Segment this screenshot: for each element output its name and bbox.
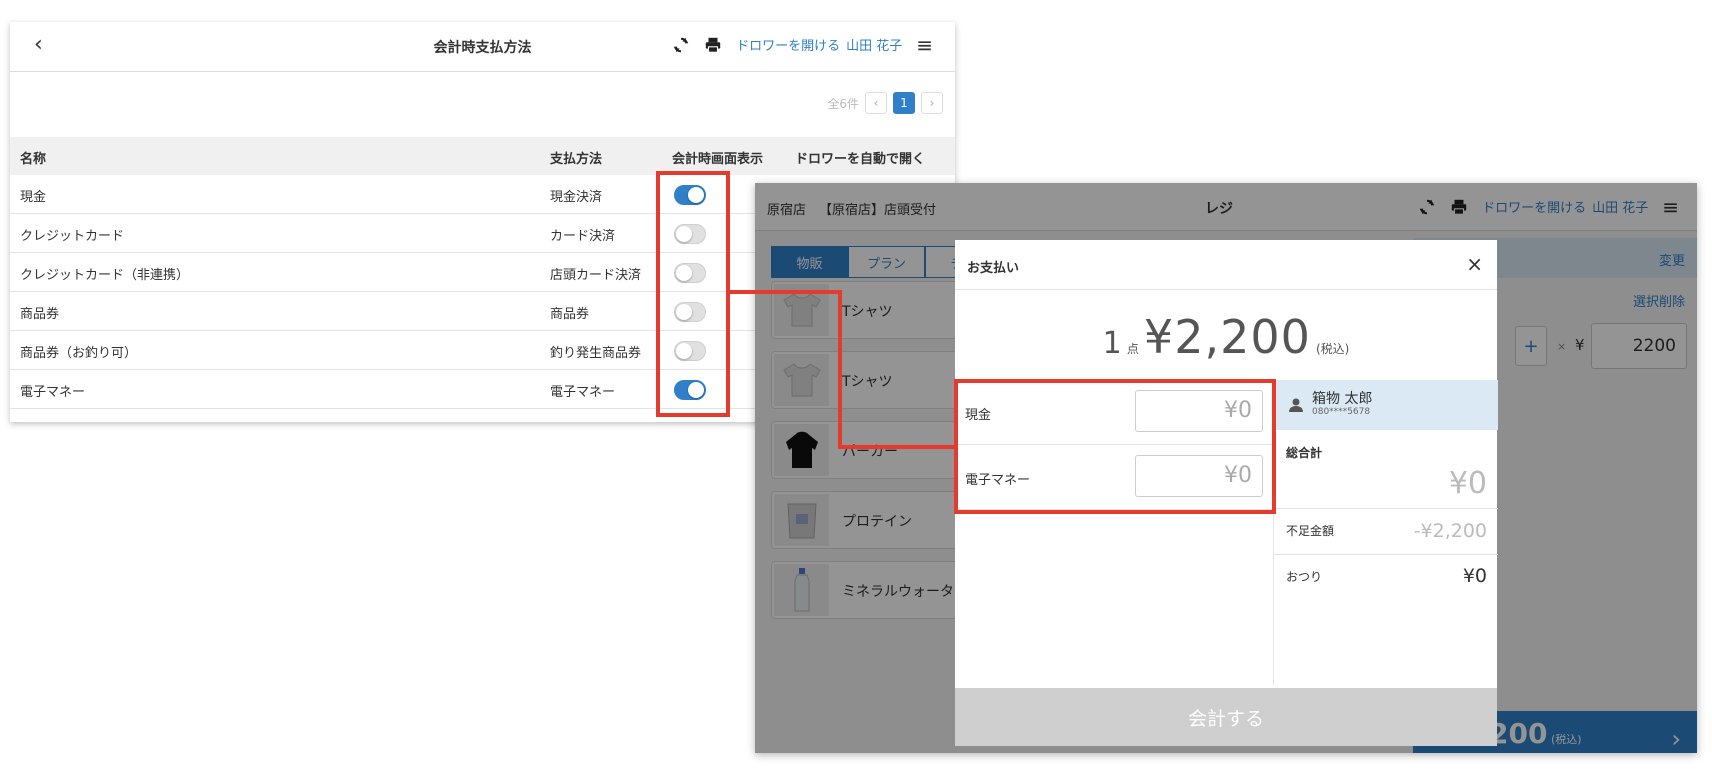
row-name: クレジットカード（非連携） [20,268,190,283]
table-header: 名称 支払方法 会計時画面表示 ドロワーを自動で開く [10,137,955,175]
item-count-unit: 点 [1126,342,1139,356]
person-icon [1289,398,1303,412]
row-method: 釣り発生商品券 [550,346,642,361]
sync-icon[interactable] [672,36,690,54]
row-method: 電子マネー [550,385,616,400]
row-name: 現金 [20,190,47,205]
total-count: 全6件 [827,96,859,111]
row-name: クレジットカード [20,229,125,244]
item-count: 1 [1102,326,1122,361]
change-label: おつり [1286,570,1323,584]
row-method: 店頭カード決済 [550,268,642,283]
col-name: 名称 [20,152,47,167]
shortfall-label: 不足金額 [1286,524,1335,538]
printer-icon[interactable] [704,36,722,54]
modal-header: お支払い × [955,240,1497,290]
row-method: 現金決済 [550,190,603,205]
open-drawer-link[interactable]: ドロワーを開ける [736,35,840,54]
payment-summary: 箱物 太郎 080****5678 総合計 ¥0 不足金額 -¥2,200 おつ… [1273,380,1498,685]
payment-total: 1 点 ¥2,200 (税込) [955,310,1497,364]
divider [1274,508,1498,509]
row-method: カード決済 [550,229,616,244]
row-name: 電子マネー [20,385,86,400]
divider [1274,554,1498,555]
customer-name: 箱物 太郎 [1312,391,1373,407]
checkout-button[interactable]: 会計する [955,688,1497,746]
customer-phone: 080****5678 [1312,407,1371,417]
prev-page-button[interactable]: ‹ [865,92,887,114]
next-page-button[interactable]: › [921,92,943,114]
menu-icon[interactable]: ≡ [916,35,933,55]
shortfall-value: -¥2,200 [1413,520,1487,542]
col-display: 会計時画面表示 [672,152,764,167]
customer-card[interactable]: 箱物 太郎 080****5678 [1274,380,1498,430]
col-drawer: ドロワーを自動で開く [795,152,926,167]
change-value: ¥0 [1462,565,1487,587]
close-icon[interactable]: × [1466,252,1483,276]
settings-header: ‹ 会計時支払方法 ドロワーを開ける 山田 花子 ≡ [10,22,955,72]
header-actions: ドロワーを開ける 山田 花子 ≡ [672,35,933,55]
connector-line [730,290,842,294]
pagination: 全6件 ‹ 1 › [827,92,943,114]
connector-line [838,290,842,449]
modal-title: お支払い [967,261,1020,276]
connector-line [838,445,955,449]
row-name: 商品券 [20,307,60,322]
grand-total-label: 総合計 [1286,446,1323,460]
row-method: 商品券 [550,307,590,322]
total-amount: ¥2,200 [1143,310,1311,364]
row-name: 商品券（お釣り可） [20,346,138,361]
highlight-toggle-column [656,171,730,417]
highlight-payment-methods [954,379,1276,514]
user-name[interactable]: 山田 花子 [846,35,902,54]
tax-label: (税込) [1315,342,1350,356]
page-1-button[interactable]: 1 [893,92,915,114]
col-method: 支払方法 [550,152,603,167]
grand-total-value: ¥0 [1448,466,1487,501]
